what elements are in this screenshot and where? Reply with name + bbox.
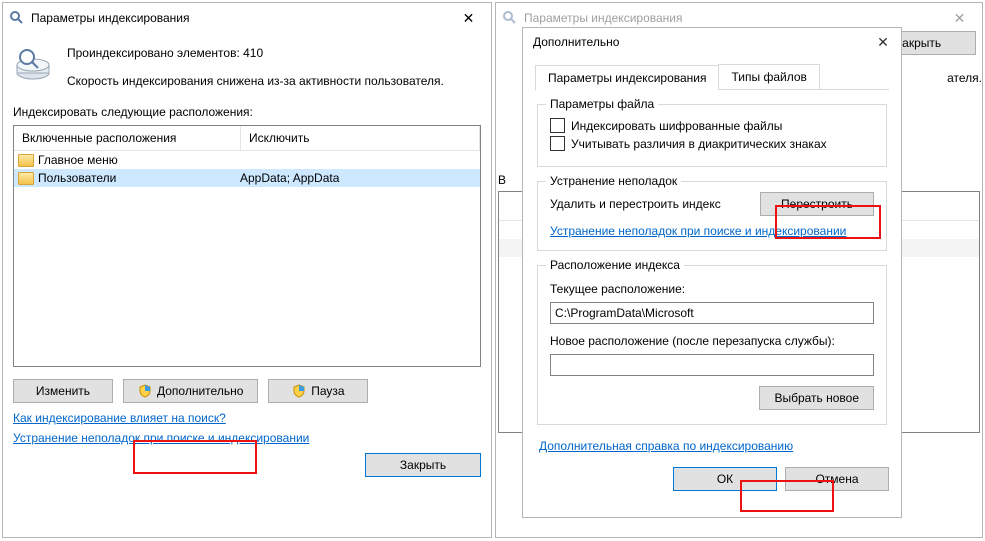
indexing-options-window: Параметры индексирования ✕ Проиндексиров… xyxy=(2,2,492,538)
modify-button[interactable]: Изменить xyxy=(13,379,113,403)
drive-search-icon xyxy=(13,43,53,83)
list-header: Включенные расположения Исключить xyxy=(14,126,480,151)
new-location-field[interactable] xyxy=(550,354,874,376)
window-title: Параметры индексирования xyxy=(31,11,189,25)
group-troubleshoot: Устранение неполадок Удалить и перестрои… xyxy=(537,181,887,251)
col-excluded[interactable]: Исключить xyxy=(241,126,480,150)
checkbox-index-encrypted[interactable]: Индексировать шифрованные файлы xyxy=(550,118,874,133)
clipped-text: В xyxy=(498,173,506,187)
new-location-label: Новое расположение (после перезапуска сл… xyxy=(550,334,874,348)
group-file-settings: Параметры файла Индексировать шифрованны… xyxy=(537,104,887,167)
shield-icon xyxy=(138,384,152,398)
tab-indexing-settings[interactable]: Параметры индексирования xyxy=(535,65,719,90)
close-dialog-button[interactable]: Закрыть xyxy=(365,453,481,477)
current-location-field: C:\ProgramData\Microsoft xyxy=(550,302,874,324)
checkbox-box xyxy=(550,136,565,151)
group-index-location: Расположение индекса Текущее расположени… xyxy=(537,265,887,425)
tab-file-types[interactable]: Типы файлов xyxy=(718,64,819,89)
window-body: Проиндексировано элементов: 410 Скорость… xyxy=(3,33,491,487)
search-drive-icon xyxy=(502,10,518,26)
checkbox-diacritics[interactable]: Учитывать различия в диакритических знак… xyxy=(550,136,874,151)
window-title-inactive: Параметры индексирования xyxy=(524,11,682,25)
clipped-text: ателя. xyxy=(947,71,982,85)
indexing-speed-note: Скорость индексирования снижена из-за ак… xyxy=(67,74,444,88)
troubleshoot-link[interactable]: Устранение неполадок при поиске и индекс… xyxy=(550,224,846,238)
current-location-label: Текущее расположение: xyxy=(550,282,874,296)
checkbox-label: Учитывать различия в диакритических знак… xyxy=(571,137,827,151)
dialog-titlebar: Дополнительно ✕ xyxy=(523,28,901,56)
advanced-button[interactable]: Дополнительно xyxy=(123,379,258,403)
group-title-location: Расположение индекса xyxy=(546,258,684,272)
how-affects-link[interactable]: Как индексирование влияет на поиск? xyxy=(13,411,226,425)
row-name: Главное меню xyxy=(38,153,118,167)
titlebar: Параметры индексирования ✕ xyxy=(3,3,491,33)
close-button-inactive[interactable]: ✕ xyxy=(937,3,982,33)
row-name: Пользователи xyxy=(38,171,116,185)
help-link[interactable]: Дополнительная справка по индексированию xyxy=(539,439,793,453)
search-drive-icon xyxy=(9,10,25,26)
list-row[interactable]: Главное меню xyxy=(14,151,480,169)
col-included[interactable]: Включенные расположения xyxy=(14,126,241,150)
ok-button[interactable]: ОК xyxy=(673,467,777,491)
folder-icon xyxy=(18,172,34,185)
dialog-close-button[interactable]: ✕ xyxy=(865,28,901,56)
row-exclude: AppData; AppData xyxy=(236,171,480,185)
checkbox-box xyxy=(550,118,565,133)
rebuild-label: Удалить и перестроить индекс xyxy=(550,197,721,211)
indexed-count: Проиндексировано элементов: 410 xyxy=(67,46,444,60)
rebuild-button[interactable]: Перестроить xyxy=(760,192,874,216)
dialog-title: Дополнительно xyxy=(533,35,619,49)
group-title-troubleshoot: Устранение неполадок xyxy=(546,174,681,188)
shield-icon xyxy=(292,384,306,398)
choose-new-button[interactable]: Выбрать новое xyxy=(759,386,874,410)
dialog-tabs: Параметры индексирования Типы файлов xyxy=(535,64,889,90)
cancel-button[interactable]: Отмена xyxy=(785,467,889,491)
list-row[interactable]: Пользователи AppData; AppData xyxy=(14,169,480,187)
troubleshoot-link[interactable]: Устранение неполадок при поиске и индекс… xyxy=(13,431,309,445)
pause-button[interactable]: Пауза xyxy=(268,379,368,403)
checkbox-label: Индексировать шифрованные файлы xyxy=(571,119,782,133)
group-title-file: Параметры файла xyxy=(546,97,658,111)
locations-label: Индексировать следующие расположения: xyxy=(13,105,481,119)
folder-icon xyxy=(18,154,34,167)
stage: { "win1": { "title": "Параметры индексир… xyxy=(0,0,985,541)
close-button[interactable]: ✕ xyxy=(446,3,491,33)
locations-list[interactable]: Включенные расположения Исключить Главно… xyxy=(13,125,481,367)
advanced-options-dialog: Дополнительно ✕ Параметры индексирования… xyxy=(522,27,902,518)
